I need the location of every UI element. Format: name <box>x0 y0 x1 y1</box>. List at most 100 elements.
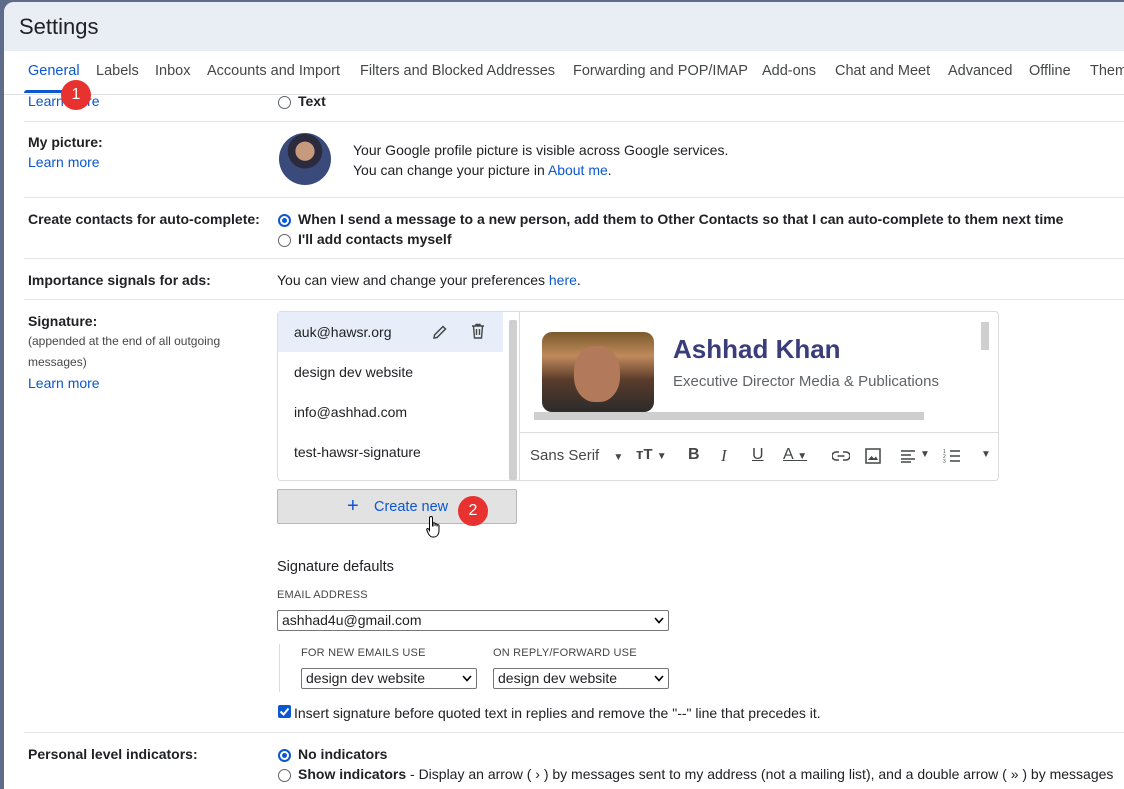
checkmark-icon <box>279 707 290 716</box>
profile-avatar[interactable] <box>279 133 331 185</box>
chevron-down-icon: ▼ <box>656 451 667 462</box>
reply-forward-label: ON REPLY/FORWARD USE <box>493 647 637 659</box>
reply-forward-value: design dev website <box>498 670 618 686</box>
chevron-down-icon <box>462 675 472 682</box>
tab-forwarding-pop-imap[interactable]: Forwarding and POP/IMAP <box>573 63 748 79</box>
align-icon[interactable] <box>900 449 916 463</box>
tab-add-ons[interactable]: Add-ons <box>762 63 816 79</box>
picture-info-prefix: You can change your picture in <box>353 162 548 178</box>
about-me-link[interactable]: About me <box>548 162 608 178</box>
tab-labels[interactable]: Labels <box>96 63 139 79</box>
signature-item-design-dev[interactable]: design dev website <box>278 352 503 392</box>
tab-advanced[interactable]: Advanced <box>948 63 1013 79</box>
signature-preview-name: Ashhad Khan <box>673 334 841 364</box>
reply-forward-select[interactable]: design dev website <box>493 668 669 689</box>
signature-panel: auk@hawsr.org design dev website info@as… <box>277 311 999 481</box>
my-picture-learn-more[interactable]: Learn more <box>28 154 100 170</box>
show-indicators-radio[interactable] <box>278 769 291 782</box>
picture-info-line1: Your Google profile picture is visible a… <box>353 142 729 158</box>
no-indicators-radio[interactable] <box>278 749 291 762</box>
font-size-icon[interactable]: тT ▼ <box>636 446 667 463</box>
importance-suffix: . <box>576 272 581 288</box>
font-family-value: Sans Serif <box>530 447 600 464</box>
signature-preview[interactable]: Ashhad Khan Executive Director Media & P… <box>520 312 998 432</box>
tab-offline[interactable]: Offline <box>1029 63 1071 79</box>
signature-list-scrollbar[interactable] <box>509 320 517 480</box>
auto-complete-option-manual: I'll add contacts myself <box>298 231 452 247</box>
show-indicators-label: Show indicators - Display an arrow ( › )… <box>298 766 1113 782</box>
hand-cursor-icon <box>426 515 440 538</box>
underline-icon[interactable]: U <box>752 446 764 464</box>
auto-complete-radio-add[interactable] <box>278 214 291 227</box>
chevron-down-icon: ▼ <box>613 452 624 463</box>
tab-inbox[interactable]: Inbox <box>155 63 190 79</box>
tab-filters-and-blocked[interactable]: Filters and Blocked Addresses <box>360 63 555 79</box>
settings-window: Settings General Labels Inbox Accounts a… <box>4 2 1124 789</box>
importance-text: You can view and change your preferences… <box>277 272 581 288</box>
divider <box>24 732 1124 733</box>
link-icon[interactable] <box>832 450 850 462</box>
edit-pencil-icon[interactable] <box>432 324 448 340</box>
picture-info-line2: You can change your picture in About me. <box>353 162 612 178</box>
create-new-label: Create new <box>374 499 449 515</box>
importance-prefix: You can view and change your preferences <box>277 272 549 288</box>
preview-vertical-scrollbar[interactable] <box>981 322 989 350</box>
email-address-value: ashhad4u@gmail.com <box>282 612 422 628</box>
numbered-list-icon[interactable]: 1 2 3 <box>943 448 961 464</box>
divider <box>24 121 1124 122</box>
auto-complete-option-add: When I send a message to a new person, a… <box>298 211 1064 227</box>
text-radio[interactable] <box>278 96 291 109</box>
divider <box>24 299 1124 300</box>
svg-text:3: 3 <box>943 459 946 464</box>
tab-accounts-and-import[interactable]: Accounts and Import <box>207 63 340 79</box>
divider <box>24 197 1124 198</box>
chevron-down-icon: ▼ <box>797 451 808 462</box>
show-indicators-bold: Show indicators <box>298 766 407 782</box>
new-emails-select[interactable]: design dev website <box>301 668 477 689</box>
step-badge-1: 1 <box>61 80 91 110</box>
importance-here-link[interactable]: here <box>549 272 577 288</box>
signature-defaults-title: Signature defaults <box>277 559 394 575</box>
signature-preview-role: Executive Director Media & Publications <box>673 373 939 390</box>
email-address-select[interactable]: ashhad4u@gmail.com <box>277 610 669 631</box>
tab-general[interactable]: General <box>28 63 80 79</box>
signature-item-info[interactable]: info@ashhad.com <box>278 392 503 432</box>
signature-photo <box>542 332 654 412</box>
insert-image-icon[interactable] <box>865 448 881 464</box>
italic-icon[interactable]: I <box>721 446 727 466</box>
auto-complete-radio-manual[interactable] <box>278 234 291 247</box>
more-formatting-icon[interactable]: ▼ <box>981 449 991 460</box>
step-badge-2: 2 <box>458 496 488 526</box>
personal-level-label: Personal level indicators: <box>28 746 198 762</box>
show-indicators-desc: - Display an arrow ( › ) by messages sen… <box>406 766 1114 782</box>
text-option-label: Text <box>298 93 326 109</box>
auto-complete-label: Create contacts for auto-complete: <box>28 211 260 227</box>
bold-icon[interactable]: B <box>688 446 700 464</box>
signature-item-label: auk@hawsr.org <box>294 324 392 340</box>
chevron-down-icon <box>654 617 664 624</box>
title-bar: Settings <box>4 2 1124 51</box>
trash-icon[interactable] <box>470 323 486 340</box>
signature-editor[interactable]: Ashhad Khan Executive Director Media & P… <box>519 312 998 480</box>
signature-item-auk[interactable]: auk@hawsr.org <box>278 312 503 352</box>
chevron-down-icon[interactable]: ▼ <box>920 449 930 460</box>
formatting-toolbar: Sans Serif ▼ тT ▼ B I U A ▼ ▼ 1 2 3 ▼ <box>520 432 998 480</box>
plus-icon: + <box>347 495 359 517</box>
tab-themes[interactable]: Them <box>1090 63 1124 79</box>
text-color-icon[interactable]: A ▼ <box>783 446 807 464</box>
signature-item-test[interactable]: test-hawsr-signature <box>278 432 503 472</box>
my-picture-label: My picture: <box>28 134 103 150</box>
signature-note-line2: messages) <box>28 355 87 369</box>
signature-note-line1: (appended at the end of all outgoing <box>28 334 221 348</box>
no-indicators-label: No indicators <box>298 746 388 762</box>
signature-learn-more[interactable]: Learn more <box>28 375 100 391</box>
chevron-down-icon <box>654 675 664 682</box>
new-emails-value: design dev website <box>306 670 426 686</box>
defaults-divider <box>279 644 280 692</box>
insert-before-checkbox[interactable] <box>278 705 291 718</box>
signature-list: auk@hawsr.org design dev website info@as… <box>278 312 519 480</box>
tab-chat-and-meet[interactable]: Chat and Meet <box>835 63 930 79</box>
preview-horizontal-scrollbar[interactable] <box>534 412 924 420</box>
divider <box>24 258 1124 259</box>
font-family-select[interactable]: Sans Serif ▼ <box>530 447 623 464</box>
